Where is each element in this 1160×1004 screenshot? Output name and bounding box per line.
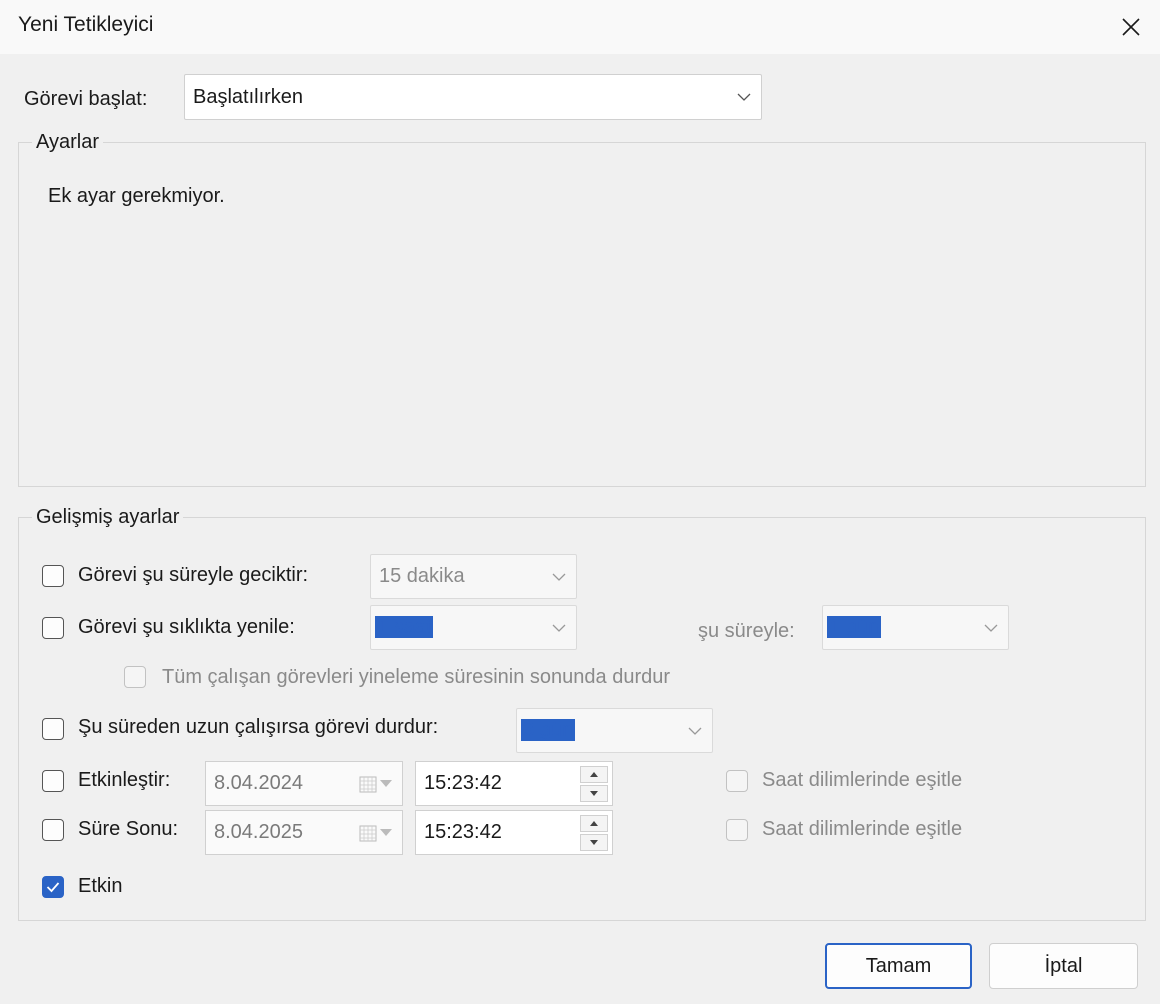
cancel-button[interactable]: İptal: [989, 943, 1138, 989]
spin-down-icon[interactable]: [580, 784, 608, 802]
activate-sync-checkbox[interactable]: [726, 770, 748, 792]
settings-caption: Ayarlar: [32, 131, 103, 154]
activate-sync-label: Saat dilimlerinde eşitle: [762, 769, 963, 791]
repeat-duration-label: şu süreyle:: [698, 620, 795, 642]
delay-dropdown[interactable]: 15 dakika: [370, 554, 577, 599]
spin-up-icon[interactable]: [580, 814, 608, 832]
stop-longer-value: 3 gün: [521, 719, 576, 741]
calendar-icon: [359, 824, 402, 842]
expire-sync-label: Saat dilimlerinde eşitle: [762, 818, 963, 840]
repeat-duration-value: 1 gün: [827, 616, 882, 638]
stop-longer-label: Şu süreden uzun çalışırsa görevi durdur:: [78, 716, 439, 738]
calendar-icon: [359, 775, 402, 793]
advanced-settings-caption: Gelişmiş ayarlar: [32, 506, 184, 529]
delay-value: 15 dakika: [379, 565, 465, 587]
expire-label: Süre Sonu:: [78, 818, 179, 840]
activate-date-value: 8.04.2024: [214, 772, 303, 794]
spin-down-icon[interactable]: [580, 833, 608, 851]
chevron-down-icon: [974, 624, 1008, 632]
chevron-down-icon: [727, 93, 761, 101]
repeat-interval-value: 1 saat: [375, 616, 434, 638]
expire-sync-checkbox[interactable]: [726, 819, 748, 841]
enabled-checkbox[interactable]: [42, 876, 64, 898]
repeat-label: Görevi şu sıklıkta yenile:: [78, 616, 295, 638]
start-task-value: Başlatılırken: [193, 85, 304, 108]
activate-date-picker[interactable]: 8.04.2024: [205, 761, 403, 806]
activate-label: Etkinleştir:: [78, 769, 171, 791]
expire-time-value: 15:23:42: [424, 821, 502, 843]
repeat-duration-dropdown[interactable]: 1 gün: [822, 605, 1009, 650]
delay-label: Görevi şu süreyle geciktir:: [78, 564, 309, 586]
stop-longer-dropdown[interactable]: 3 gün: [516, 708, 713, 753]
ok-button[interactable]: Tamam: [825, 943, 972, 989]
stop-all-label: Tüm çalışan görevleri yineleme süresinin…: [162, 666, 671, 688]
window-title: Yeni Tetikleyici: [18, 13, 154, 36]
repeat-checkbox[interactable]: [42, 617, 64, 639]
spin-up-icon[interactable]: [580, 765, 608, 783]
chevron-down-icon: [542, 624, 576, 632]
delay-checkbox[interactable]: [42, 565, 64, 587]
start-task-label: Görevi başlat:: [24, 88, 148, 110]
activate-time-spinner[interactable]: [580, 765, 608, 802]
expire-date-value: 8.04.2025: [214, 821, 303, 843]
chevron-down-icon: [542, 573, 576, 581]
activate-time-value: 15:23:42: [424, 772, 502, 794]
expire-time-spinner[interactable]: [580, 814, 608, 851]
stop-all-checkbox[interactable]: [124, 666, 146, 688]
chevron-down-icon: [678, 727, 712, 735]
expire-checkbox[interactable]: [42, 819, 64, 841]
enabled-label: Etkin: [78, 875, 123, 897]
expire-time-field[interactable]: 15:23:42: [415, 810, 613, 855]
title-bar: [0, 0, 1160, 54]
expire-date-picker[interactable]: 8.04.2025: [205, 810, 403, 855]
checkmark-icon: [46, 882, 60, 893]
repeat-interval-dropdown[interactable]: 1 saat: [370, 605, 577, 650]
stop-longer-checkbox[interactable]: [42, 718, 64, 740]
close-icon: [1122, 18, 1140, 36]
close-button[interactable]: [1102, 0, 1160, 54]
activate-time-field[interactable]: 15:23:42: [415, 761, 613, 806]
start-task-dropdown[interactable]: Başlatılırken: [184, 74, 762, 120]
settings-message: Ek ayar gerekmiyor.: [48, 185, 225, 207]
activate-checkbox[interactable]: [42, 770, 64, 792]
